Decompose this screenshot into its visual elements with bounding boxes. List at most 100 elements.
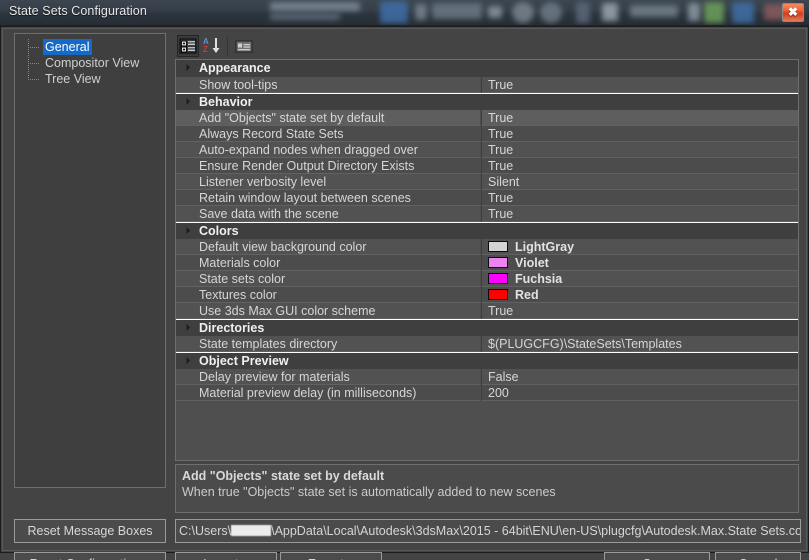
reset-message-boxes-button[interactable]: Reset Message Boxes xyxy=(14,519,166,543)
description-body: When true "Objects" state set is automat… xyxy=(182,485,556,499)
titlebar-glass-artifacts xyxy=(432,3,482,19)
titlebar-glass-artifacts xyxy=(512,2,534,23)
property-name: Ensure Render Output Directory Exists xyxy=(176,158,480,174)
settings-category-tree[interactable]: General Compositor View Tree View xyxy=(14,33,166,488)
property-name: Default view background color xyxy=(176,239,480,255)
redacted-username xyxy=(231,525,272,536)
property-value[interactable]: Fuchsia xyxy=(481,271,798,287)
export-button[interactable]: Export... xyxy=(280,552,382,560)
property-value[interactable]: 200 xyxy=(481,385,798,401)
property-row[interactable]: Use 3ds Max GUI color scheme True xyxy=(176,303,798,319)
svg-text:Z: Z xyxy=(203,45,208,54)
state-sets-configuration-window: State Sets Configuration ✖ General Compos… xyxy=(0,0,809,560)
property-name: Auto-expand nodes when dragged over xyxy=(176,142,480,158)
property-grid[interactable]: Appearance Show tool-tips True Behavior Add … xyxy=(175,59,799,461)
color-swatch[interactable] xyxy=(488,273,508,284)
property-name: Textures color xyxy=(176,287,480,303)
property-category-header[interactable]: Directories xyxy=(176,319,798,336)
property-pages-icon xyxy=(235,40,253,53)
path-suffix: \AppData\Local\Autodesk\3dsMax\2015 - 64… xyxy=(271,524,801,538)
titlebar-glass-artifacts xyxy=(704,2,724,23)
color-swatch[interactable] xyxy=(488,289,508,300)
path-prefix: C:\Users\ xyxy=(179,524,232,538)
color-swatch[interactable] xyxy=(488,241,508,252)
property-value[interactable]: Violet xyxy=(481,255,798,271)
property-value[interactable]: True xyxy=(481,303,798,319)
property-pages-button[interactable] xyxy=(233,35,255,57)
titlebar-glass-artifacts xyxy=(630,5,678,17)
sidebar-item-label: General xyxy=(43,39,93,55)
property-row[interactable]: Textures color Red xyxy=(176,287,798,303)
property-value[interactable]: Red xyxy=(481,287,798,303)
titlebar-glass-artifacts xyxy=(732,2,754,23)
property-name: Save data with the scene xyxy=(176,206,480,222)
sidebar-item-label: Tree View xyxy=(45,72,101,86)
property-row[interactable]: Ensure Render Output Directory Exists Tru… xyxy=(176,158,798,174)
property-name: Listener verbosity level xyxy=(176,174,480,190)
property-row[interactable]: Show tool-tips True xyxy=(176,77,798,93)
titlebar-glass-artifacts xyxy=(270,2,360,11)
property-value[interactable]: $(PLUGCFG)\StateSets\Templates xyxy=(481,336,798,352)
alphabetical-sort-icon: A Z xyxy=(203,37,220,54)
property-value[interactable]: True xyxy=(481,110,798,126)
titlebar-glass-artifacts xyxy=(270,13,340,20)
property-row[interactable]: Auto-expand nodes when dragged over True xyxy=(176,142,798,158)
categorized-view-icon xyxy=(179,38,197,54)
property-row[interactable]: State templates directory $(PLUGCFG)\Stat… xyxy=(176,336,798,352)
close-button[interactable]: ✖ xyxy=(782,3,804,22)
categorized-view-button[interactable] xyxy=(177,35,199,57)
property-row[interactable]: Default view background color LightGray xyxy=(176,239,798,255)
titlebar-glass-artifacts xyxy=(540,2,562,23)
property-name: Add "Objects" state set by default xyxy=(176,110,480,126)
reset-configuration-button[interactable]: Reset Configuration... xyxy=(14,552,166,560)
config-file-path-field[interactable]: C:\Users\ \AppData\Local\Autodesk\3dsMax\… xyxy=(175,519,801,543)
titlebar-glass-artifacts xyxy=(380,1,408,23)
property-category-header[interactable]: Colors xyxy=(176,222,798,239)
cancel-button[interactable]: Cancel xyxy=(715,552,801,560)
settings-detail-panel: A Z Appearance Show tool-tips True Behav… xyxy=(173,33,801,515)
property-value[interactable]: True xyxy=(481,158,798,174)
category-name: Appearance xyxy=(199,61,271,75)
property-name: Materials color xyxy=(176,255,480,271)
import-button[interactable]: Import... xyxy=(175,552,277,560)
color-swatch[interactable] xyxy=(488,257,508,268)
property-value[interactable]: Silent xyxy=(481,174,798,190)
property-row[interactable]: Save data with the scene True xyxy=(176,206,798,222)
save-button[interactable]: Save xyxy=(604,552,710,560)
property-row[interactable]: Materials color Violet xyxy=(176,255,798,271)
property-name: Material preview delay (in milliseconds) xyxy=(176,385,480,401)
alphabetical-sort-button[interactable]: A Z xyxy=(201,35,223,57)
sidebar-item-compositor-view[interactable]: Compositor View xyxy=(15,55,165,71)
property-row[interactable]: Always Record State Sets True xyxy=(176,126,798,142)
property-category-header[interactable]: Appearance xyxy=(176,60,798,77)
property-row[interactable]: Add "Objects" state set by default True xyxy=(176,110,798,126)
property-value[interactable]: True xyxy=(481,126,798,142)
property-value[interactable]: True xyxy=(481,190,798,206)
property-value[interactable]: True xyxy=(481,77,798,93)
property-category-header[interactable]: Behavior xyxy=(176,93,798,110)
property-category-header[interactable]: Object Preview xyxy=(176,352,798,369)
property-row[interactable]: Delay preview for materials False xyxy=(176,369,798,385)
property-value[interactable]: LightGray xyxy=(481,239,798,255)
property-value[interactable]: False xyxy=(481,369,798,385)
property-value[interactable]: True xyxy=(481,206,798,222)
toolbar-separator xyxy=(227,37,228,55)
titlebar-glass-artifacts xyxy=(576,2,590,23)
property-name: State templates directory xyxy=(176,336,480,352)
color-name: Violet xyxy=(515,256,549,270)
property-value[interactable]: True xyxy=(481,142,798,158)
property-grid-toolbar: A Z xyxy=(175,33,799,59)
sidebar-item-general[interactable]: General xyxy=(15,39,165,55)
color-name: Fuchsia xyxy=(515,272,563,286)
title-bar[interactable]: State Sets Configuration ✖ xyxy=(0,0,809,25)
titlebar-glass-artifacts xyxy=(488,6,502,18)
property-row[interactable]: Material preview delay (in milliseconds)… xyxy=(176,385,798,401)
property-row[interactable]: Retain window layout between scenes True xyxy=(176,190,798,206)
property-row[interactable]: State sets color Fuchsia xyxy=(176,271,798,287)
sidebar-item-label: Compositor View xyxy=(45,56,140,70)
property-name: Retain window layout between scenes xyxy=(176,190,480,206)
tree-list: General Compositor View Tree View xyxy=(15,34,165,87)
property-row[interactable]: Listener verbosity level Silent xyxy=(176,174,798,190)
sidebar-item-tree-view[interactable]: Tree View xyxy=(15,71,165,87)
titlebar-glass-artifacts xyxy=(415,4,427,20)
